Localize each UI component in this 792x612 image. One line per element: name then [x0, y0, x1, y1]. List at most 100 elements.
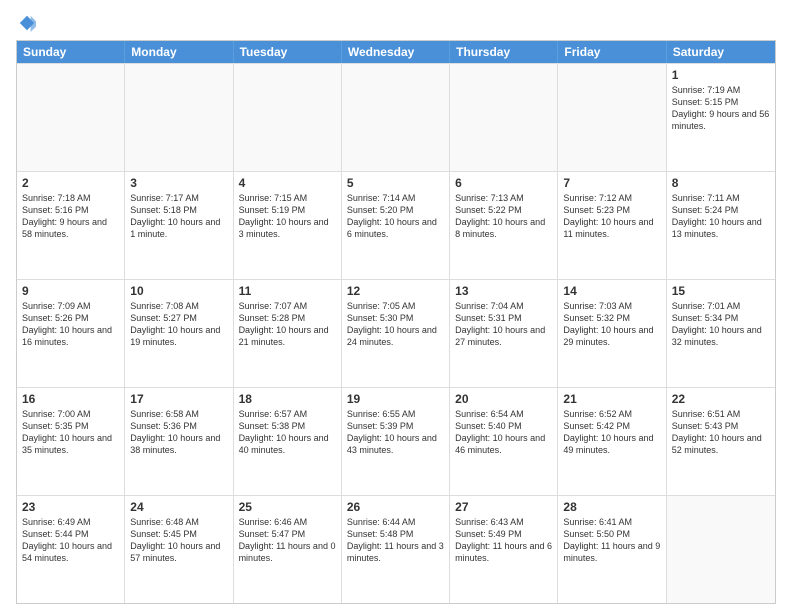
day-cell-26: 26 Sunrise: 6:44 AM Sunset: 5:48 PM Dayli… [342, 496, 450, 603]
day-info: Sunrise: 7:00 AM Sunset: 5:35 PM Dayligh… [22, 408, 119, 457]
day-cell-27: 27 Sunrise: 6:43 AM Sunset: 5:49 PM Dayli… [450, 496, 558, 603]
day-number: 21 [563, 392, 660, 406]
day-info: Sunrise: 7:19 AM Sunset: 5:15 PM Dayligh… [672, 84, 770, 133]
calendar: SundayMondayTuesdayWednesdayThursdayFrid… [16, 40, 776, 604]
day-number: 23 [22, 500, 119, 514]
day-cell-10: 10 Sunrise: 7:08 AM Sunset: 5:27 PM Dayli… [125, 280, 233, 387]
day-info: Sunrise: 6:48 AM Sunset: 5:45 PM Dayligh… [130, 516, 227, 565]
day-number: 16 [22, 392, 119, 406]
header [16, 12, 776, 32]
day-number: 7 [563, 176, 660, 190]
day-cell-17: 17Sunrise: 6:58 AM Sunset: 5:36 PM Dayli… [125, 388, 233, 495]
day-cell-3: 3 Sunrise: 7:17 AM Sunset: 5:18 PM Daylig… [125, 172, 233, 279]
day-number: 4 [239, 176, 336, 190]
day-cell-5: 5 Sunrise: 7:14 AM Sunset: 5:20 PM Daylig… [342, 172, 450, 279]
calendar-body: 1Sunrise: 7:19 AM Sunset: 5:15 PM Daylig… [17, 63, 775, 603]
day-info: Sunrise: 6:46 AM Sunset: 5:47 PM Dayligh… [239, 516, 336, 565]
day-number: 2 [22, 176, 119, 190]
day-cell-8: 8 Sunrise: 7:11 AM Sunset: 5:24 PM Daylig… [667, 172, 775, 279]
day-number: 14 [563, 284, 660, 298]
day-info: Sunrise: 6:49 AM Sunset: 5:44 PM Dayligh… [22, 516, 119, 565]
day-header-wednesday: Wednesday [342, 41, 450, 63]
day-header-monday: Monday [125, 41, 233, 63]
day-cell-20: 20 Sunrise: 6:54 AM Sunset: 5:40 PM Dayli… [450, 388, 558, 495]
day-info: Sunrise: 7:01 AM Sunset: 5:34 PM Dayligh… [672, 300, 770, 349]
day-info: Sunrise: 7:04 AM Sunset: 5:31 PM Dayligh… [455, 300, 552, 349]
day-cell-21: 21 Sunrise: 6:52 AM Sunset: 5:42 PM Dayli… [558, 388, 666, 495]
day-number: 24 [130, 500, 227, 514]
day-number: 9 [22, 284, 119, 298]
day-number: 3 [130, 176, 227, 190]
day-cell-14: 14 Sunrise: 7:03 AM Sunset: 5:32 PM Dayli… [558, 280, 666, 387]
logo-icon [18, 14, 36, 32]
day-info: Sunrise: 7:09 AM Sunset: 5:26 PM Dayligh… [22, 300, 119, 349]
empty-cell [125, 64, 233, 171]
day-number: 18 [239, 392, 336, 406]
day-cell-16: 16 Sunrise: 7:00 AM Sunset: 5:35 PM Dayli… [17, 388, 125, 495]
day-info: Sunrise: 6:44 AM Sunset: 5:48 PM Dayligh… [347, 516, 444, 565]
empty-cell [17, 64, 125, 171]
day-header-thursday: Thursday [450, 41, 558, 63]
day-info: Sunrise: 6:43 AM Sunset: 5:49 PM Dayligh… [455, 516, 552, 565]
day-number: 26 [347, 500, 444, 514]
day-number: 13 [455, 284, 552, 298]
day-info: Sunrise: 6:51 AM Sunset: 5:43 PM Dayligh… [672, 408, 770, 457]
day-number: 15 [672, 284, 770, 298]
main-container: SundayMondayTuesdayWednesdayThursdayFrid… [0, 0, 792, 612]
day-info: Sunrise: 7:13 AM Sunset: 5:22 PM Dayligh… [455, 192, 552, 241]
day-number: 8 [672, 176, 770, 190]
day-info: Sunrise: 7:11 AM Sunset: 5:24 PM Dayligh… [672, 192, 770, 241]
day-cell-12: 12Sunrise: 7:05 AM Sunset: 5:30 PM Dayli… [342, 280, 450, 387]
day-cell-6: 6 Sunrise: 7:13 AM Sunset: 5:22 PM Daylig… [450, 172, 558, 279]
day-number: 25 [239, 500, 336, 514]
day-cell-7: 7 Sunrise: 7:12 AM Sunset: 5:23 PM Daylig… [558, 172, 666, 279]
day-cell-18: 18 Sunrise: 6:57 AM Sunset: 5:38 PM Dayli… [234, 388, 342, 495]
calendar-row-3: 16 Sunrise: 7:00 AM Sunset: 5:35 PM Dayli… [17, 387, 775, 495]
day-number: 28 [563, 500, 660, 514]
day-cell-1: 1Sunrise: 7:19 AM Sunset: 5:15 PM Daylig… [667, 64, 775, 171]
day-cell-4: 4 Sunrise: 7:15 AM Sunset: 5:19 PM Daylig… [234, 172, 342, 279]
day-cell-25: 25 Sunrise: 6:46 AM Sunset: 5:47 PM Dayli… [234, 496, 342, 603]
day-info: Sunrise: 6:41 AM Sunset: 5:50 PM Dayligh… [563, 516, 660, 565]
empty-cell [450, 64, 558, 171]
empty-cell [342, 64, 450, 171]
day-number: 6 [455, 176, 552, 190]
day-cell-22: 22 Sunrise: 6:51 AM Sunset: 5:43 PM Dayli… [667, 388, 775, 495]
calendar-row-4: 23 Sunrise: 6:49 AM Sunset: 5:44 PM Dayli… [17, 495, 775, 603]
day-info: Sunrise: 6:55 AM Sunset: 5:39 PM Dayligh… [347, 408, 444, 457]
day-info: Sunrise: 7:14 AM Sunset: 5:20 PM Dayligh… [347, 192, 444, 241]
day-header-tuesday: Tuesday [234, 41, 342, 63]
day-number: 11 [239, 284, 336, 298]
day-info: Sunrise: 7:15 AM Sunset: 5:19 PM Dayligh… [239, 192, 336, 241]
day-info: Sunrise: 6:57 AM Sunset: 5:38 PM Dayligh… [239, 408, 336, 457]
day-info: Sunrise: 7:03 AM Sunset: 5:32 PM Dayligh… [563, 300, 660, 349]
day-info: Sunrise: 6:54 AM Sunset: 5:40 PM Dayligh… [455, 408, 552, 457]
day-info: Sunrise: 7:12 AM Sunset: 5:23 PM Dayligh… [563, 192, 660, 241]
day-header-saturday: Saturday [667, 41, 775, 63]
day-cell-2: 2Sunrise: 7:18 AM Sunset: 5:16 PM Daylig… [17, 172, 125, 279]
day-cell-15: 15 Sunrise: 7:01 AM Sunset: 5:34 PM Dayli… [667, 280, 775, 387]
day-cell-28: 28 Sunrise: 6:41 AM Sunset: 5:50 PM Dayli… [558, 496, 666, 603]
day-number: 19 [347, 392, 444, 406]
day-info: Sunrise: 7:07 AM Sunset: 5:28 PM Dayligh… [239, 300, 336, 349]
day-number: 27 [455, 500, 552, 514]
logo [16, 12, 36, 32]
day-info: Sunrise: 6:52 AM Sunset: 5:42 PM Dayligh… [563, 408, 660, 457]
day-number: 20 [455, 392, 552, 406]
day-info: Sunrise: 7:05 AM Sunset: 5:30 PM Dayligh… [347, 300, 444, 349]
day-cell-11: 11 Sunrise: 7:07 AM Sunset: 5:28 PM Dayli… [234, 280, 342, 387]
day-info: Sunrise: 7:17 AM Sunset: 5:18 PM Dayligh… [130, 192, 227, 241]
day-number: 10 [130, 284, 227, 298]
day-cell-19: 19 Sunrise: 6:55 AM Sunset: 5:39 PM Dayli… [342, 388, 450, 495]
calendar-header: SundayMondayTuesdayWednesdayThursdayFrid… [17, 41, 775, 63]
day-cell-24: 24 Sunrise: 6:48 AM Sunset: 5:45 PM Dayli… [125, 496, 233, 603]
day-info: Sunrise: 6:58 AM Sunset: 5:36 PM Dayligh… [130, 408, 227, 457]
day-info: Sunrise: 7:08 AM Sunset: 5:27 PM Dayligh… [130, 300, 227, 349]
day-number: 22 [672, 392, 770, 406]
calendar-row-1: 2Sunrise: 7:18 AM Sunset: 5:16 PM Daylig… [17, 171, 775, 279]
empty-cell [558, 64, 666, 171]
day-header-friday: Friday [558, 41, 666, 63]
day-number: 5 [347, 176, 444, 190]
calendar-row-2: 9 Sunrise: 7:09 AM Sunset: 5:26 PM Daylig… [17, 279, 775, 387]
day-cell-23: 23 Sunrise: 6:49 AM Sunset: 5:44 PM Dayli… [17, 496, 125, 603]
